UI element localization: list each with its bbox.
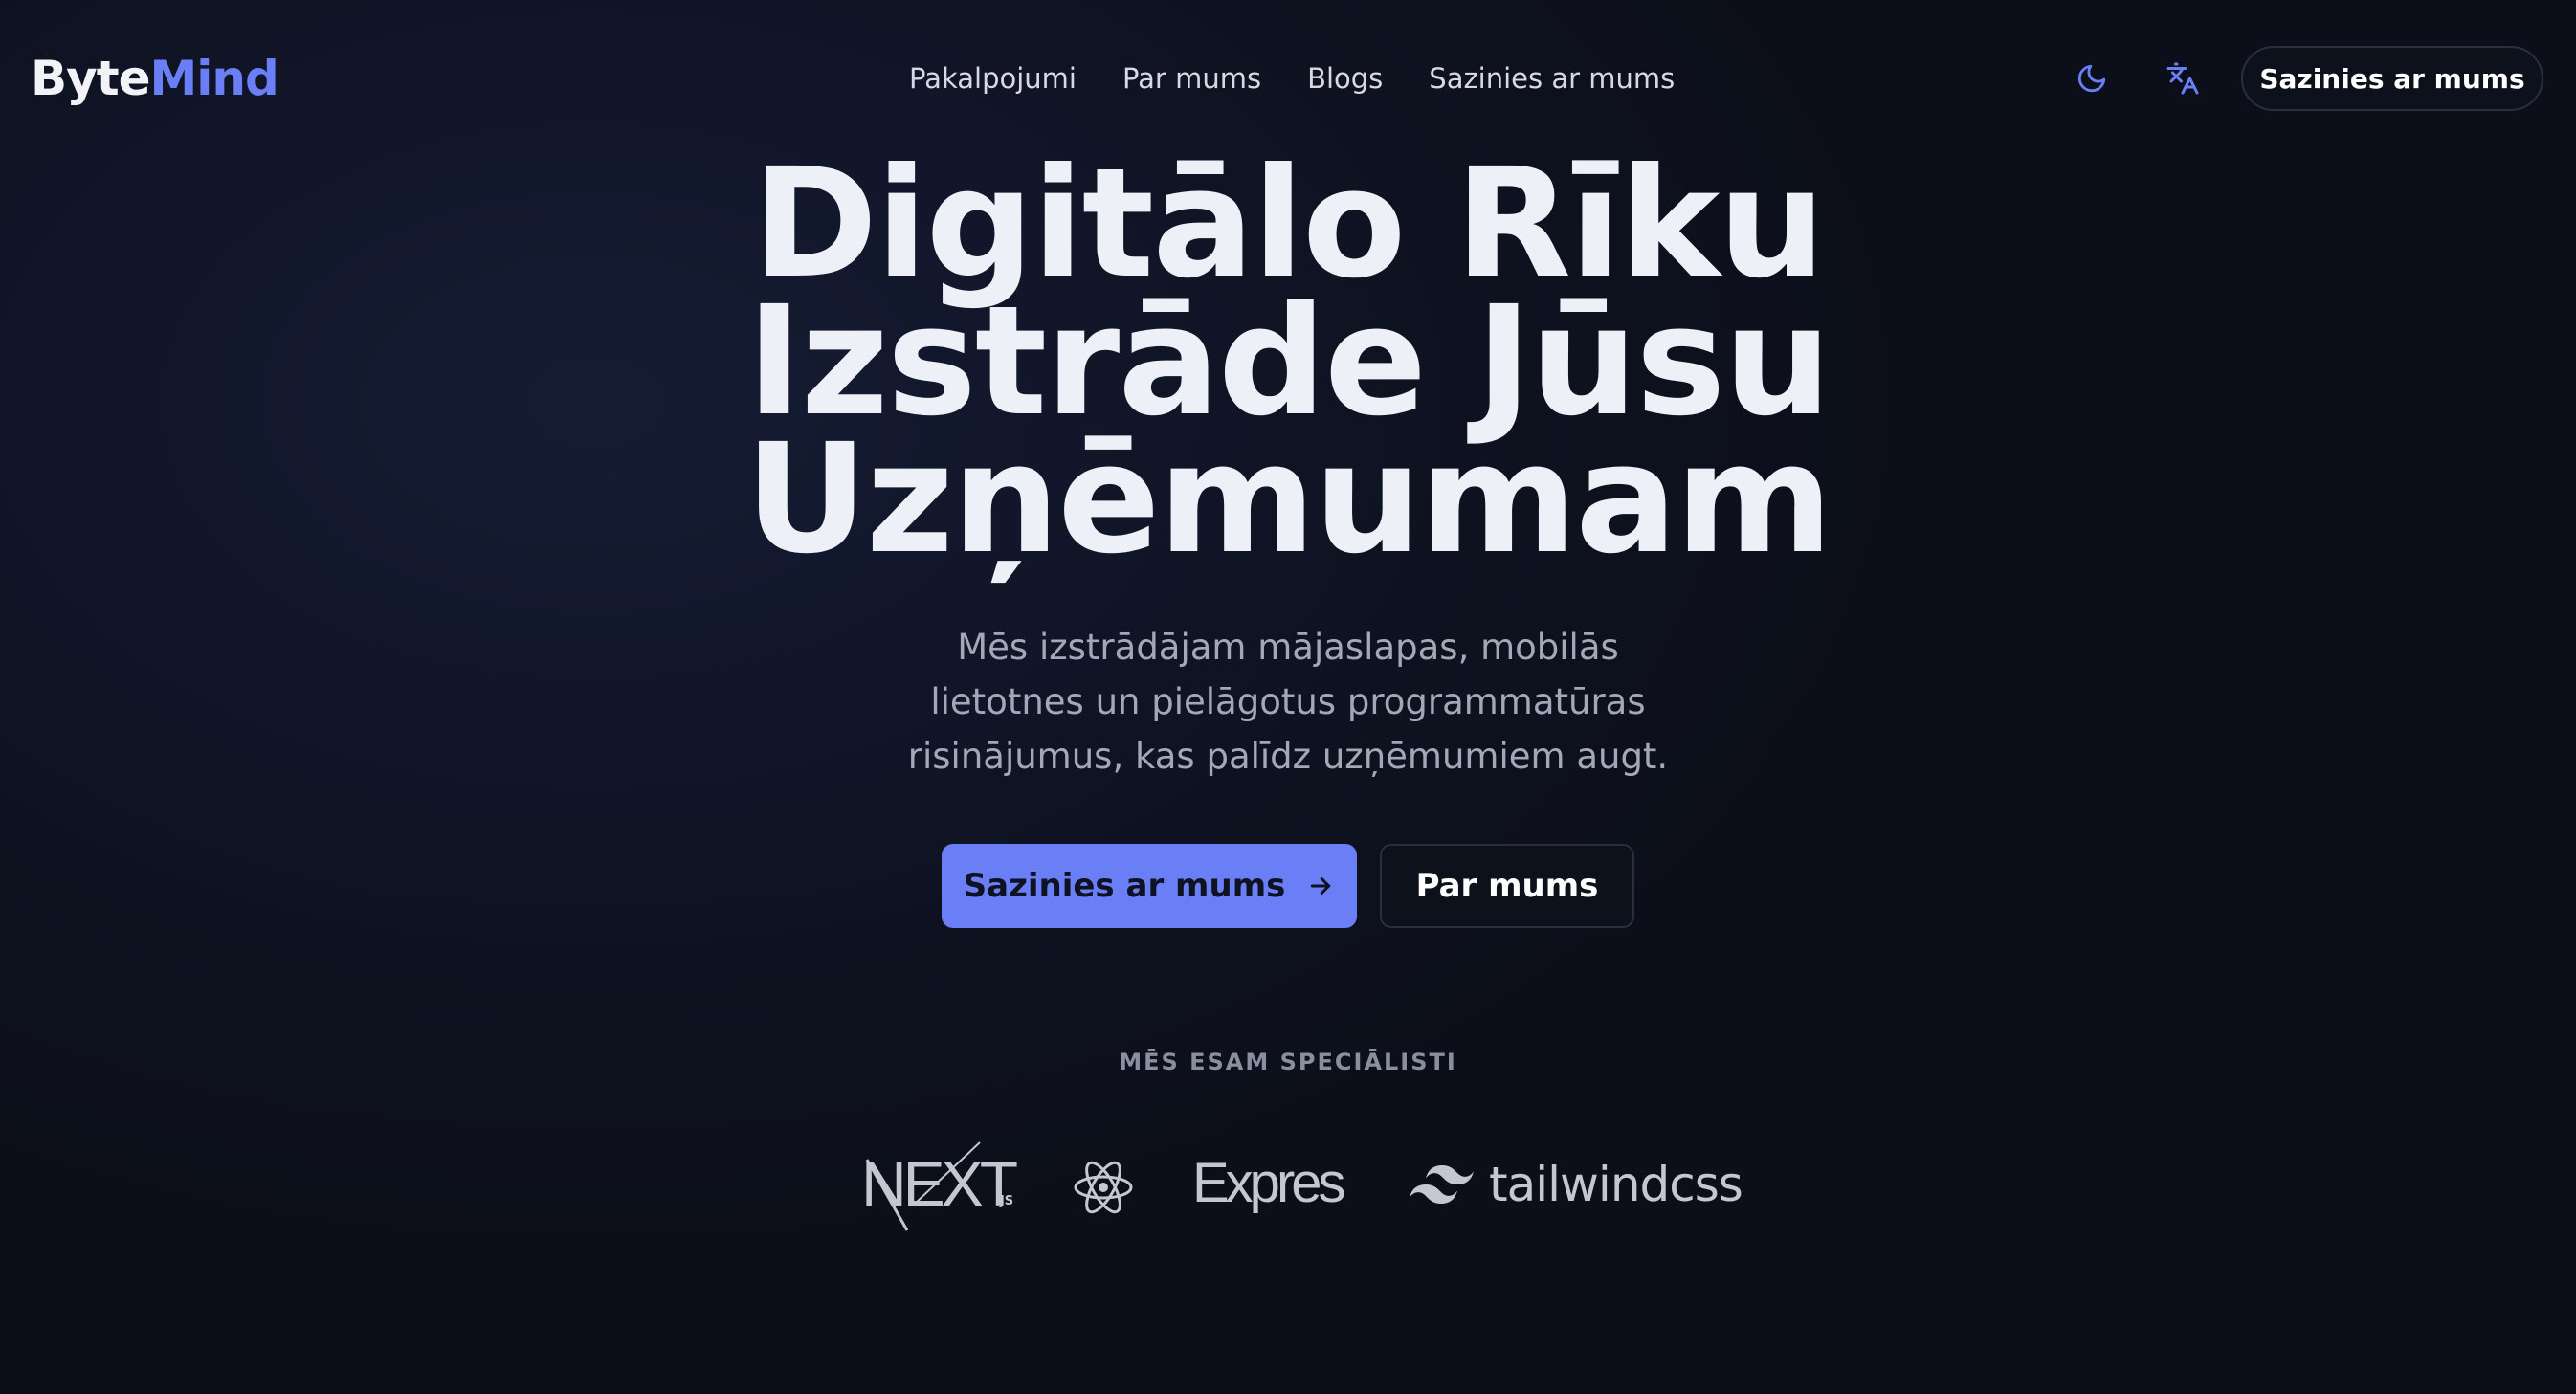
specialists-heading: MĒS ESAM SPECIĀLISTI xyxy=(1119,1049,1457,1075)
brand-logo-part1: Byte xyxy=(31,51,151,106)
tailwind-wordmark: tailwindcss xyxy=(1489,1157,1743,1212)
brand-logo-part2: Mind xyxy=(149,51,279,106)
hero-title-line3: Uzņēmumam xyxy=(744,411,1833,587)
nav-item-services[interactable]: Pakalpojumi xyxy=(909,57,1077,100)
express-logo: Expres xyxy=(1192,1152,1346,1214)
nextjs-logo: NEXT .JS xyxy=(855,1139,1018,1234)
theme-toggle-button[interactable] xyxy=(2069,55,2115,101)
hero-subtitle-line3: risinājumus, kas palīdz uzņēmumiem augt. xyxy=(907,736,1669,777)
language-toggle-button[interactable] xyxy=(2160,55,2206,101)
nav-item-contact[interactable]: Sazinies ar mums xyxy=(1429,57,1675,100)
main-nav: Pakalpojumi Par mums Blogs Sazinies ar m… xyxy=(909,57,1675,100)
arrow-right-icon xyxy=(1311,877,1331,895)
hero-title: Digitālo Rīku Izstrāde Jūsu Uzņēmumam xyxy=(618,136,1958,587)
moon-icon xyxy=(2077,64,2106,93)
tailwind-icon xyxy=(1409,1163,1476,1206)
header-contact-button[interactable]: Sazinies ar mums xyxy=(2241,46,2543,111)
hero-subtitle-line2: lietotnes un pielāgotus programmatūras xyxy=(930,681,1646,722)
react-icon xyxy=(1072,1156,1135,1219)
hero-subtitle: Mēs izstrādājam mājaslapas, mobilās liet… xyxy=(857,620,1719,784)
hero-title-line1: Digitālo Rīku xyxy=(752,136,1826,312)
hero-subtitle-line1: Mēs izstrādājam mājaslapas, mobilās xyxy=(957,627,1619,668)
nextjs-suffix: .JS xyxy=(995,1194,1014,1208)
nav-item-blog[interactable]: Blogs xyxy=(1307,57,1383,100)
hero-title-line2: Izstrāde Jūsu xyxy=(746,274,1832,450)
hero-contact-button[interactable]: Sazinies ar mums xyxy=(942,844,1357,928)
translate-icon xyxy=(2166,62,2199,95)
hero-about-button[interactable]: Par mums xyxy=(1380,844,1634,928)
nav-item-about[interactable]: Par mums xyxy=(1122,57,1261,100)
brand-logo[interactable]: ByteMind xyxy=(31,50,279,107)
nextjs-wordmark: NEXT xyxy=(861,1148,1018,1219)
hero-contact-button-label: Sazinies ar mums xyxy=(963,867,1286,905)
